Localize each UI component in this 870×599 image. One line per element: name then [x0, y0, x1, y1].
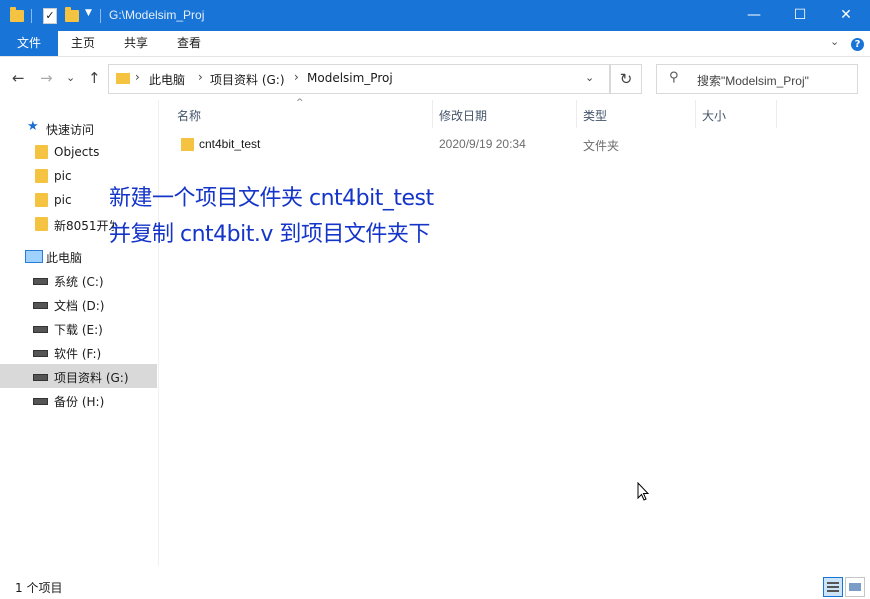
folder-icon [35, 193, 48, 207]
sidebar-item-label: 项目资料 (G:) [54, 371, 129, 385]
drive-icon [33, 398, 48, 405]
minimize-button[interactable]: — [731, 0, 777, 31]
file-list: ^ 名称 修改日期 类型 大小 cnt4bit_test 2020/9/19 2… [159, 98, 870, 566]
sort-ascending-icon: ^ [296, 98, 304, 108]
close-button[interactable]: ✕ [823, 0, 869, 31]
chevron-down-icon[interactable]: ⌄ [585, 71, 594, 84]
column-divider[interactable] [432, 100, 433, 128]
status-bar: 1 个项目 [0, 575, 870, 599]
folder-icon [10, 7, 24, 22]
column-divider[interactable] [695, 100, 696, 128]
sidebar-item-label: 文档 (D:) [54, 299, 105, 313]
folder-icon [35, 169, 48, 183]
expand-ribbon-icon[interactable]: ⌄ [830, 35, 839, 48]
column-divider[interactable] [576, 100, 577, 128]
chevron-right-icon: › [135, 70, 140, 84]
column-header-date[interactable]: 修改日期 [439, 107, 487, 124]
sidebar-item-label: 系统 (C:) [54, 275, 104, 289]
sidebar-item-label: pic [54, 169, 72, 183]
separator [31, 9, 32, 23]
mouse-cursor-icon [637, 482, 650, 501]
navigation-bar: ← → ⌄ ↑ › 此电脑 › 项目资料 (G:) › Modelsim_Pro… [0, 57, 870, 100]
annotation-line-2: 并复制 cnt4bit.v 到项目文件夹下 [109, 222, 430, 247]
help-icon[interactable]: ? [851, 38, 864, 51]
details-view-button[interactable] [823, 577, 843, 597]
drive-icon [33, 302, 48, 309]
tab-view[interactable]: 查看 [168, 31, 210, 56]
search-input[interactable]: ⚲ 搜索"Modelsim_Proj" [656, 64, 858, 94]
folder-icon [35, 145, 48, 159]
file-name: cnt4bit_test [199, 137, 261, 151]
column-divider[interactable] [776, 100, 777, 128]
drive-icon [33, 350, 48, 357]
sidebar-item-label: 软件 (F:) [54, 347, 102, 361]
tab-file[interactable]: 文件 [0, 31, 58, 56]
star-icon: ★ [27, 119, 39, 134]
file-type: 文件夹 [583, 139, 620, 153]
chevron-right-icon: › [198, 70, 203, 84]
customize-quick-access-icon[interactable]: ▼ [85, 8, 92, 18]
title-bar: ✓ ▼ G:\Modelsim_Proj — ☐ ✕ [0, 0, 870, 31]
sidebar-item-drive-h[interactable]: 备份 (H:) [0, 388, 157, 412]
separator [100, 9, 101, 23]
search-placeholder: 搜索"Modelsim_Proj" [697, 74, 809, 88]
back-button[interactable]: ← [12, 69, 25, 87]
column-header-size[interactable]: 大小 [702, 107, 726, 124]
navigation-pane: ★ 快速访问 Objects pic pic 新8051开发板 此电脑 系统 (… [0, 100, 159, 566]
address-bar[interactable]: › 此电脑 › 项目资料 (G:) › Modelsim_Proj ⌄ [108, 64, 610, 94]
folder-icon [116, 73, 130, 84]
window-title: G:\Modelsim_Proj [109, 8, 205, 22]
refresh-button[interactable]: ↻ [610, 64, 642, 94]
sidebar-item-drive-f[interactable]: 软件 (F:) [0, 340, 157, 364]
sidebar-item-label: 此电脑 [46, 251, 83, 265]
computer-icon [25, 250, 43, 263]
sidebar-item-label: 备份 (H:) [54, 395, 105, 409]
up-button[interactable]: ↑ [88, 69, 101, 87]
new-folder-icon[interactable] [65, 7, 79, 22]
breadcrumb-modelsim-proj[interactable]: Modelsim_Proj [307, 71, 393, 85]
column-header-name[interactable]: 名称 [177, 107, 201, 124]
column-header-type[interactable]: 类型 [583, 107, 607, 124]
folder-icon [35, 217, 48, 231]
sidebar-item-drive-c[interactable]: 系统 (C:) [0, 268, 157, 292]
sidebar-item-drive-e[interactable]: 下载 (E:) [0, 316, 157, 340]
sidebar-item-label: pic [54, 193, 72, 207]
sidebar-item-quick-access[interactable]: ★ 快速访问 [0, 116, 157, 140]
sidebar-item-label: 下载 (E:) [54, 323, 103, 337]
breadcrumb-this-pc[interactable]: 此电脑 [149, 71, 185, 88]
breadcrumb-drive-g[interactable]: 项目资料 (G:) [210, 71, 285, 88]
sidebar-item-label: Objects [54, 145, 100, 159]
maximize-button[interactable]: ☐ [777, 0, 823, 31]
annotation-line-1: 新建一个项目文件夹 cnt4bit_test [109, 186, 434, 211]
item-count: 1 个项目 [15, 581, 63, 595]
table-row[interactable]: cnt4bit_test 2020/9/19 20:34 文件夹 [169, 134, 769, 156]
sidebar-item-drive-g[interactable]: 项目资料 (G:) [0, 364, 157, 388]
drive-icon [33, 278, 48, 285]
ribbon-tabs: 文件 主页 共享 查看 ⌄ ? [0, 31, 870, 57]
search-icon: ⚲ [669, 70, 679, 85]
file-date: 2020/9/19 20:34 [439, 137, 526, 151]
recent-locations-button[interactable]: ⌄ [66, 71, 75, 84]
tab-share[interactable]: 共享 [115, 31, 157, 56]
large-icons-view-button[interactable] [845, 577, 865, 597]
sidebar-item-label: 新8051开发板 [54, 219, 114, 233]
chevron-right-icon: › [294, 70, 299, 84]
sidebar-item-drive-d[interactable]: 文档 (D:) [0, 292, 157, 316]
properties-icon[interactable]: ✓ [43, 8, 57, 24]
sidebar-item-objects[interactable]: Objects [0, 140, 157, 164]
drive-icon [33, 326, 48, 333]
sidebar-item-label: 快速访问 [46, 123, 95, 137]
forward-button[interactable]: → [40, 69, 53, 87]
drive-icon [33, 374, 48, 381]
tab-home[interactable]: 主页 [62, 31, 104, 56]
folder-icon [181, 138, 194, 151]
